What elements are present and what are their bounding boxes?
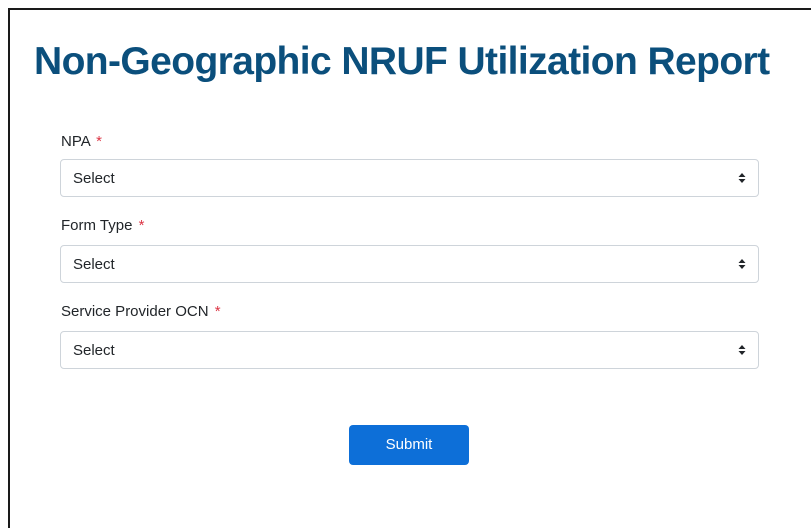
form-type-label-text: Form Type <box>61 217 133 234</box>
form-type-select-value: Select <box>73 256 115 273</box>
required-marker: * <box>96 133 102 150</box>
required-marker: * <box>138 217 145 234</box>
service-provider-ocn-select-value: Select <box>73 342 115 359</box>
npa-label-text: NPA <box>61 133 90 150</box>
service-provider-ocn-label-text: Service Provider OCN <box>61 303 209 320</box>
npa-label: NPA * <box>61 133 102 151</box>
page-title: Non-Geographic NRUF Utilization Report <box>34 40 770 83</box>
updown-caret-icon <box>738 345 746 355</box>
required-marker: * <box>214 303 221 320</box>
updown-caret-icon <box>738 259 746 269</box>
service-provider-ocn-select[interactable]: Select <box>60 331 759 369</box>
form-type-label: Form Type * <box>61 217 144 235</box>
updown-caret-icon <box>738 173 746 183</box>
npa-select[interactable]: Select <box>60 159 759 197</box>
service-provider-ocn-label: Service Provider OCN * <box>61 303 221 321</box>
npa-select-value: Select <box>73 170 115 187</box>
form-type-select[interactable]: Select <box>60 245 759 283</box>
submit-button[interactable]: Submit <box>349 425 469 465</box>
